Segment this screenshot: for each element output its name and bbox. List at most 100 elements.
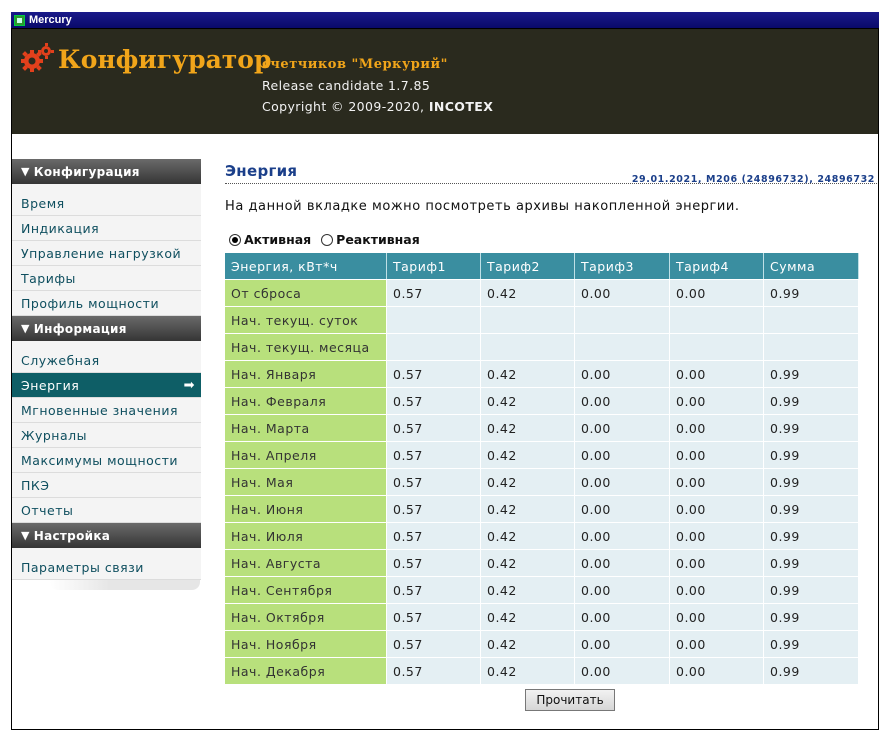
sidebar-section-configuration[interactable]: ▼ Конфигурация [12,159,201,184]
table-cell [575,333,670,360]
table-cell: 0.00 [670,414,764,441]
row-label: Нач. Февраля [225,387,387,414]
table-cell: 0.00 [670,360,764,387]
sidebar-item-journals[interactable]: Журналы [12,423,201,448]
table-cell [575,306,670,333]
row-label: Нач. Июля [225,522,387,549]
sidebar-item-connection-params[interactable]: Параметры связи [12,555,201,580]
title-divider [225,183,877,184]
section-title: Информация [33,321,127,336]
table-cell: 0.00 [575,576,670,603]
read-button[interactable]: Прочитать [525,689,615,711]
arrow-right-icon: ➡ [183,378,195,393]
table-row: Нач. Мая 0.57 0.42 0.00 0.00 0.99 [225,468,859,495]
table-cell [481,306,575,333]
table-row: От сброса 0.57 0.42 0.00 0.00 0.99 [225,279,859,306]
table-cell: 0.99 [764,414,859,441]
row-label: Нач. Мая [225,468,387,495]
sidebar-item-load-control[interactable]: Управление нагрузкой [12,241,201,266]
sidebar-item-time[interactable]: Время [12,191,201,216]
table-cell: 0.57 [387,630,481,657]
table-cell: 0.00 [670,657,764,684]
copyright-text: Copyright © 2009-2020, [262,99,429,114]
table-cell: 0.99 [764,441,859,468]
table-row: Нач. Июля 0.57 0.42 0.00 0.00 0.99 [225,522,859,549]
energy-table: Энергия, кВт*ч Тариф1 Тариф2 Тариф3 Тари… [225,253,859,684]
table-cell: 0.57 [387,414,481,441]
row-label: Нач. Ноября [225,630,387,657]
app-subtitle: счетчиков "Меркурий" [262,57,448,72]
table-cell: 0.99 [764,603,859,630]
copyright-company: INCOTEX [428,99,494,114]
table-row: Нач. Октября 0.57 0.42 0.00 0.00 0.99 [225,603,859,630]
triangle-down-icon: ▼ [21,165,30,178]
copyright: Copyright © 2009-2020, INCOTEX [262,99,493,114]
sidebar-item-energy[interactable]: Энергия ➡ [12,373,201,398]
table-cell: 0.57 [387,657,481,684]
table-cell: 0.57 [387,468,481,495]
radio-active[interactable] [229,233,241,246]
sidebar-item-indication[interactable]: Индикация [12,216,201,241]
table-cell: 0.42 [481,657,575,684]
table-cell: 0.99 [764,576,859,603]
row-label: Нач. Марта [225,414,387,441]
table-cell: 0.42 [481,279,575,306]
table-cell: 0.00 [575,387,670,414]
page-description: На данной вкладке можно посмотреть архив… [225,199,740,214]
table-row: Нач. Августа 0.57 0.42 0.00 0.00 0.99 [225,549,859,576]
table-cell: 0.42 [481,495,575,522]
row-label: Нач. Апреля [225,441,387,468]
table-cell: 0.42 [481,576,575,603]
table-cell: 0.00 [575,549,670,576]
row-label: Нач. текущ. суток [225,306,387,333]
table-cell: 0.99 [764,522,859,549]
sidebar-item-power-maximums[interactable]: Максимумы мощности [12,448,201,473]
radio-reactive[interactable] [321,233,334,246]
sidebar-item-pke[interactable]: ПКЭ [12,473,201,498]
table-cell: 0.00 [575,603,670,630]
sidebar-item-tariffs[interactable]: Тарифы [12,266,201,291]
table-row: Нач. Марта 0.57 0.42 0.00 0.00 0.99 [225,414,859,441]
sidebar-section-settings[interactable]: ▼ Настройка [12,523,201,548]
sidebar-section-information[interactable]: ▼ Информация [12,316,201,341]
table-cell: 0.00 [575,414,670,441]
table-cell: 0.00 [575,441,670,468]
sidebar-item-power-profile[interactable]: Профиль мощности [12,291,201,316]
sidebar-spacer [12,184,201,191]
sidebar-item-service[interactable]: Служебная [12,348,201,373]
table-cell: 0.42 [481,468,575,495]
section-title: Конфигурация [33,164,140,179]
table-cell: 0.57 [387,387,481,414]
table-row: Нач. Июня 0.57 0.42 0.00 0.00 0.99 [225,495,859,522]
table-cell: 0.00 [670,576,764,603]
row-label: Нач. Октября [225,603,387,630]
table-row: Нач. Января 0.57 0.42 0.00 0.00 0.99 [225,360,859,387]
sidebar-spacer [12,341,201,348]
table-cell: 0.42 [481,360,575,387]
row-label: Нач. Сентября [225,576,387,603]
table-cell: 0.57 [387,495,481,522]
column-header: Сумма [764,253,859,279]
sidebar-item-reports[interactable]: Отчеты [12,498,201,523]
table-cell: 0.00 [670,279,764,306]
radio-active-label[interactable]: Активная [244,232,311,247]
table-cell [764,333,859,360]
energy-table-body: От сброса 0.57 0.42 0.00 0.00 0.99 Нач. текущ.… [225,279,859,684]
table-cell: 0.99 [764,495,859,522]
table-cell: 0.99 [764,630,859,657]
table-cell: 0.42 [481,414,575,441]
table-cell: 0.00 [575,630,670,657]
sidebar-spacer [12,548,201,555]
table-cell [481,333,575,360]
sidebar-item-instant-values[interactable]: Мгновенные значения [12,398,201,423]
table-cell [670,306,764,333]
table-cell: 0.00 [670,468,764,495]
table-cell: 0.42 [481,441,575,468]
table-cell: 0.00 [575,360,670,387]
table-cell: 0.00 [575,495,670,522]
triangle-down-icon: ▼ [21,322,30,335]
app-icon [14,14,25,26]
radio-reactive-label[interactable]: Реактивная [336,232,420,247]
sidebar-bottom [50,580,200,590]
table-cell: 0.00 [670,603,764,630]
